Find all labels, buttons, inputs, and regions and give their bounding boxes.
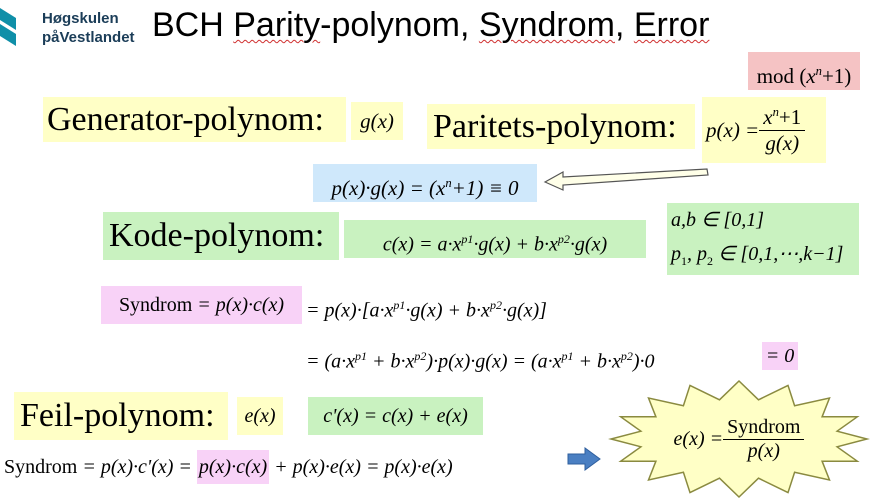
page-title: BCH Parity-polynom, Syndrom, Error: [152, 6, 709, 45]
syndrome-expansion-1: = p(x)·[a·xp1·g(x) + b·xp2·g(x)]: [306, 298, 547, 322]
title-part-4: Syndrom: [478, 6, 615, 44]
coefficient-set-ab: a,b ∈ [0,1]: [671, 209, 764, 231]
coefficient-set-p: p1, p2 ∈ [0,1,⋯,k−1]: [671, 243, 844, 268]
logo-line1: Høgskulen: [42, 10, 119, 27]
syndrome-zero-result: = 0: [762, 342, 798, 370]
result-burst-expression: e(x) = Syndrom p(x): [652, 406, 826, 472]
left-arrow-icon: [543, 168, 709, 191]
error-label: Feil-polynom:: [14, 392, 228, 440]
result-fraction: Syndrom p(x): [723, 416, 805, 463]
code-label: Kode-polynom:: [103, 212, 339, 260]
received-codeword-expression: c'(x) = c(x) + e(x): [308, 397, 483, 435]
logo: Høgskulen påVestlandet: [0, 6, 150, 54]
identity-expression: p(x)·g(x) = (xn+1) ≡ 0: [313, 164, 537, 202]
logo-line2: påVestlandet: [42, 29, 135, 46]
syndrome-highlight: p(x)·c(x): [196, 450, 270, 484]
syndrome-expression-1: Syndrom = p(x)·c(x): [101, 286, 302, 324]
title-part-5: ,: [614, 6, 634, 44]
code-expression: c(x) = a·xp1·g(x) + b·xp2·g(x): [344, 220, 646, 258]
generator-label: Generator-polynom:: [43, 97, 346, 142]
title-part-1: BCH: [152, 6, 234, 44]
parity-fraction: xn+1 g(x): [759, 105, 806, 155]
title-part-6: Error: [633, 6, 710, 44]
generator-expression: g(x): [351, 102, 403, 140]
logo-mark-icon: [0, 8, 16, 46]
title-part-2: Parity: [233, 6, 321, 44]
syndrome-expansion-2: = (a·xp1 + b·xp2)·p(x)·g(x) = (a·xp1 + b…: [306, 349, 655, 373]
title-part-3: -polynom,: [320, 6, 479, 44]
parity-expression: p(x) = xn+1 g(x): [702, 97, 826, 163]
parity-label: Paritets-polynom:: [427, 104, 695, 149]
syndrome-expression-3: Syndrom = p(x)·c'(x) = p(x)·c(x) + p(x)·…: [4, 447, 453, 487]
error-expression: e(x): [237, 397, 283, 435]
mod-expression: mod (xn+1): [748, 52, 860, 90]
coefficient-sets: a,b ∈ [0,1] p1, p2 ∈ [0,1,⋯,k−1]: [667, 203, 859, 275]
right-arrow-icon: [567, 447, 601, 471]
